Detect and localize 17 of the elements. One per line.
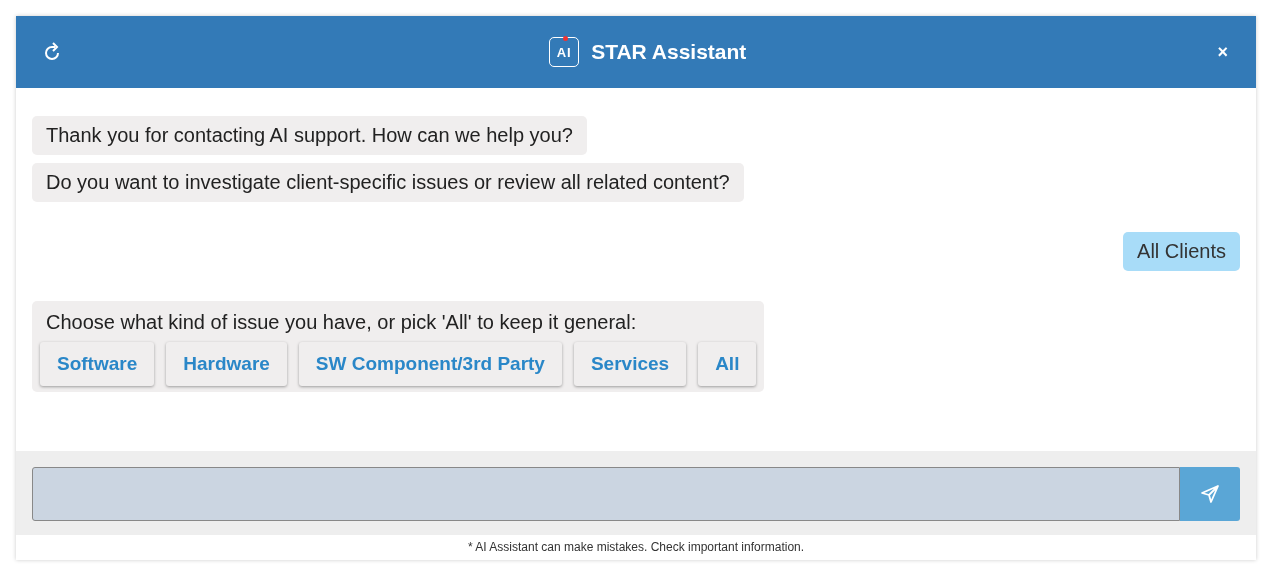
option-button[interactable]: All — [698, 342, 757, 386]
option-button[interactable]: Hardware — [166, 342, 287, 386]
close-button[interactable]: × — [1213, 41, 1232, 63]
message-bubble: All Clients — [1123, 232, 1240, 271]
option-button[interactable]: Services — [573, 342, 687, 386]
message-bubble: Thank you for contacting AI support. How can we help you? — [32, 116, 587, 155]
send-icon — [1200, 484, 1220, 504]
option-button[interactable]: Software — [40, 342, 155, 386]
window-title: STAR Assistant — [591, 40, 747, 64]
message-text: Choose what kind of issue you have, or pick 'All' to keep it general: — [45, 311, 638, 334]
message-bubble: Do you want to investigate client-specific issues or review all related content? — [32, 163, 744, 202]
option-button[interactable]: SW Component/3rd Party — [298, 342, 562, 386]
send-button[interactable] — [1180, 467, 1240, 521]
message-input[interactable] — [32, 467, 1180, 521]
disclaimer-text: * AI Assistant can make mistakes. Check important information. — [466, 539, 806, 556]
refresh-icon[interactable] — [44, 42, 62, 62]
logo-badge: AI — [549, 37, 580, 67]
